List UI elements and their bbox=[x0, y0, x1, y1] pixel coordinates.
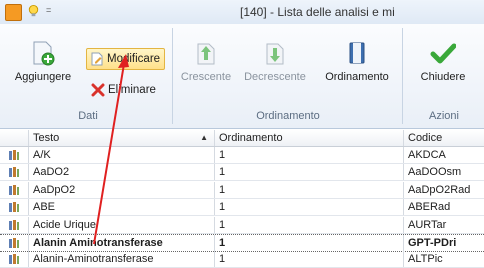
chiudere-button[interactable]: Chiudere bbox=[406, 32, 480, 98]
ordinamento-button[interactable]: Ordinamento bbox=[316, 32, 398, 98]
analysis-icon bbox=[8, 219, 20, 231]
cell-testo[interactable]: ABE bbox=[29, 199, 215, 216]
eliminare-button[interactable]: Eliminare bbox=[88, 80, 160, 100]
sort-ascending-icon bbox=[197, 43, 215, 65]
grid-header: Testo ▲ Ordinamento Codice bbox=[0, 130, 484, 147]
delete-x-icon bbox=[91, 83, 105, 97]
cell-ordinamento[interactable]: 1 bbox=[215, 164, 404, 181]
quick-access-customize-icon[interactable]: = bbox=[46, 5, 61, 20]
group-label-azioni: Azioni bbox=[429, 110, 459, 122]
header-testo[interactable]: Testo ▲ bbox=[29, 130, 215, 146]
add-document-icon bbox=[33, 41, 55, 66]
cell-ordinamento[interactable]: 1 bbox=[215, 147, 404, 163]
ribbon-group-azioni: Chiudere Azioni bbox=[404, 28, 484, 124]
aggiungere-button[interactable]: Aggiungere bbox=[6, 32, 80, 98]
decrescente-label: Decrescente bbox=[244, 71, 306, 83]
table-row[interactable]: AaDO2 1 AaDOOsm bbox=[0, 164, 484, 182]
window-title: [140] - Lista delle analisi e mi bbox=[240, 5, 395, 19]
cell-codice[interactable]: AaDOOsm bbox=[404, 164, 484, 180]
aggiungere-label: Aggiungere bbox=[14, 71, 72, 83]
ribbon-group-ordinamento: Crescente Decrescente Ordinamento Ordina… bbox=[174, 28, 403, 124]
group-label-dati: Dati bbox=[78, 110, 98, 122]
cell-codice[interactable]: AURTar bbox=[404, 217, 484, 233]
modificare-label: Modificare bbox=[107, 53, 161, 65]
edit-document-icon bbox=[91, 52, 103, 66]
ribbon-group-dati: Aggiungere Modificare Eliminare Dati bbox=[4, 28, 173, 124]
sort-ascending-indicator-icon: ▲ bbox=[200, 133, 208, 142]
cell-ordinamento[interactable]: 1 bbox=[215, 216, 404, 233]
cell-testo[interactable]: A/K bbox=[29, 147, 215, 163]
header-icon-column bbox=[0, 130, 29, 146]
cell-testo[interactable]: Acide Urique bbox=[29, 216, 215, 233]
table-row[interactable]: AaDpO2 1 AaDpO2Rad bbox=[0, 181, 484, 199]
header-testo-label: Testo bbox=[33, 132, 60, 144]
eliminare-label: Eliminare bbox=[108, 84, 156, 96]
cell-codice[interactable]: GPT-PDri bbox=[404, 235, 484, 251]
row-icon-cell bbox=[0, 199, 29, 216]
table-row[interactable]: Alanin-Aminotransferase 1 ALTPic bbox=[0, 251, 484, 268]
ordinamento-label: Ordinamento bbox=[325, 71, 389, 83]
row-icon-cell bbox=[0, 164, 29, 181]
crescente-label: Crescente bbox=[180, 71, 232, 83]
cell-codice[interactable]: ABERad bbox=[404, 199, 484, 215]
cell-ordinamento[interactable]: 1 bbox=[215, 181, 404, 198]
row-icon-cell bbox=[0, 147, 29, 163]
cell-testo[interactable]: AaDO2 bbox=[29, 164, 215, 181]
decrescente-button[interactable]: Decrescente bbox=[238, 32, 312, 98]
row-icon-cell bbox=[0, 235, 29, 251]
table-row[interactable]: ABE 1 ABERad bbox=[0, 199, 484, 217]
table-row[interactable]: Acide Urique 1 AURTar bbox=[0, 216, 484, 234]
title-bar: = [140] - Lista delle analisi e mi bbox=[0, 0, 484, 25]
lightbulb-icon[interactable] bbox=[26, 4, 41, 19]
row-icon-cell bbox=[0, 216, 29, 233]
cell-codice[interactable]: AKDCA bbox=[404, 147, 484, 163]
analysis-icon bbox=[8, 166, 20, 178]
analysis-icon bbox=[8, 201, 20, 213]
table-row[interactable]: Alanin Aminotransferase 1 GPT-PDri bbox=[0, 234, 484, 252]
cell-testo[interactable]: AaDpO2 bbox=[29, 181, 215, 198]
cell-ordinamento[interactable]: 1 bbox=[215, 235, 404, 251]
chiudere-label: Chiudere bbox=[420, 71, 466, 83]
ribbon: Aggiungere Modificare Eliminare Dati Cre… bbox=[0, 24, 484, 129]
sort-descending-icon bbox=[266, 43, 284, 65]
cell-codice[interactable]: AaDpO2Rad bbox=[404, 182, 484, 198]
app-icon[interactable] bbox=[5, 4, 22, 21]
cell-testo[interactable]: Alanin Aminotransferase bbox=[29, 235, 215, 251]
data-grid: Testo ▲ Ordinamento Codice A/K 1 AKDCA AaDO… bbox=[0, 130, 484, 268]
group-label-ordinamento: Ordinamento bbox=[256, 110, 320, 122]
row-icon-cell bbox=[0, 181, 29, 198]
analysis-icon bbox=[8, 253, 20, 265]
crescente-button[interactable]: Crescente bbox=[176, 32, 236, 98]
modificare-button[interactable]: Modificare bbox=[86, 48, 166, 70]
ordering-book-icon bbox=[349, 42, 365, 64]
checkmark-icon bbox=[430, 43, 456, 64]
table-row[interactable]: A/K 1 AKDCA bbox=[0, 147, 484, 164]
header-ordinamento[interactable]: Ordinamento bbox=[215, 130, 404, 146]
analysis-icon bbox=[8, 184, 20, 196]
analysis-icon bbox=[8, 149, 20, 161]
cell-ordinamento[interactable]: 1 bbox=[215, 199, 404, 216]
analysis-icon bbox=[8, 237, 20, 249]
header-codice[interactable]: Codice bbox=[404, 130, 484, 146]
